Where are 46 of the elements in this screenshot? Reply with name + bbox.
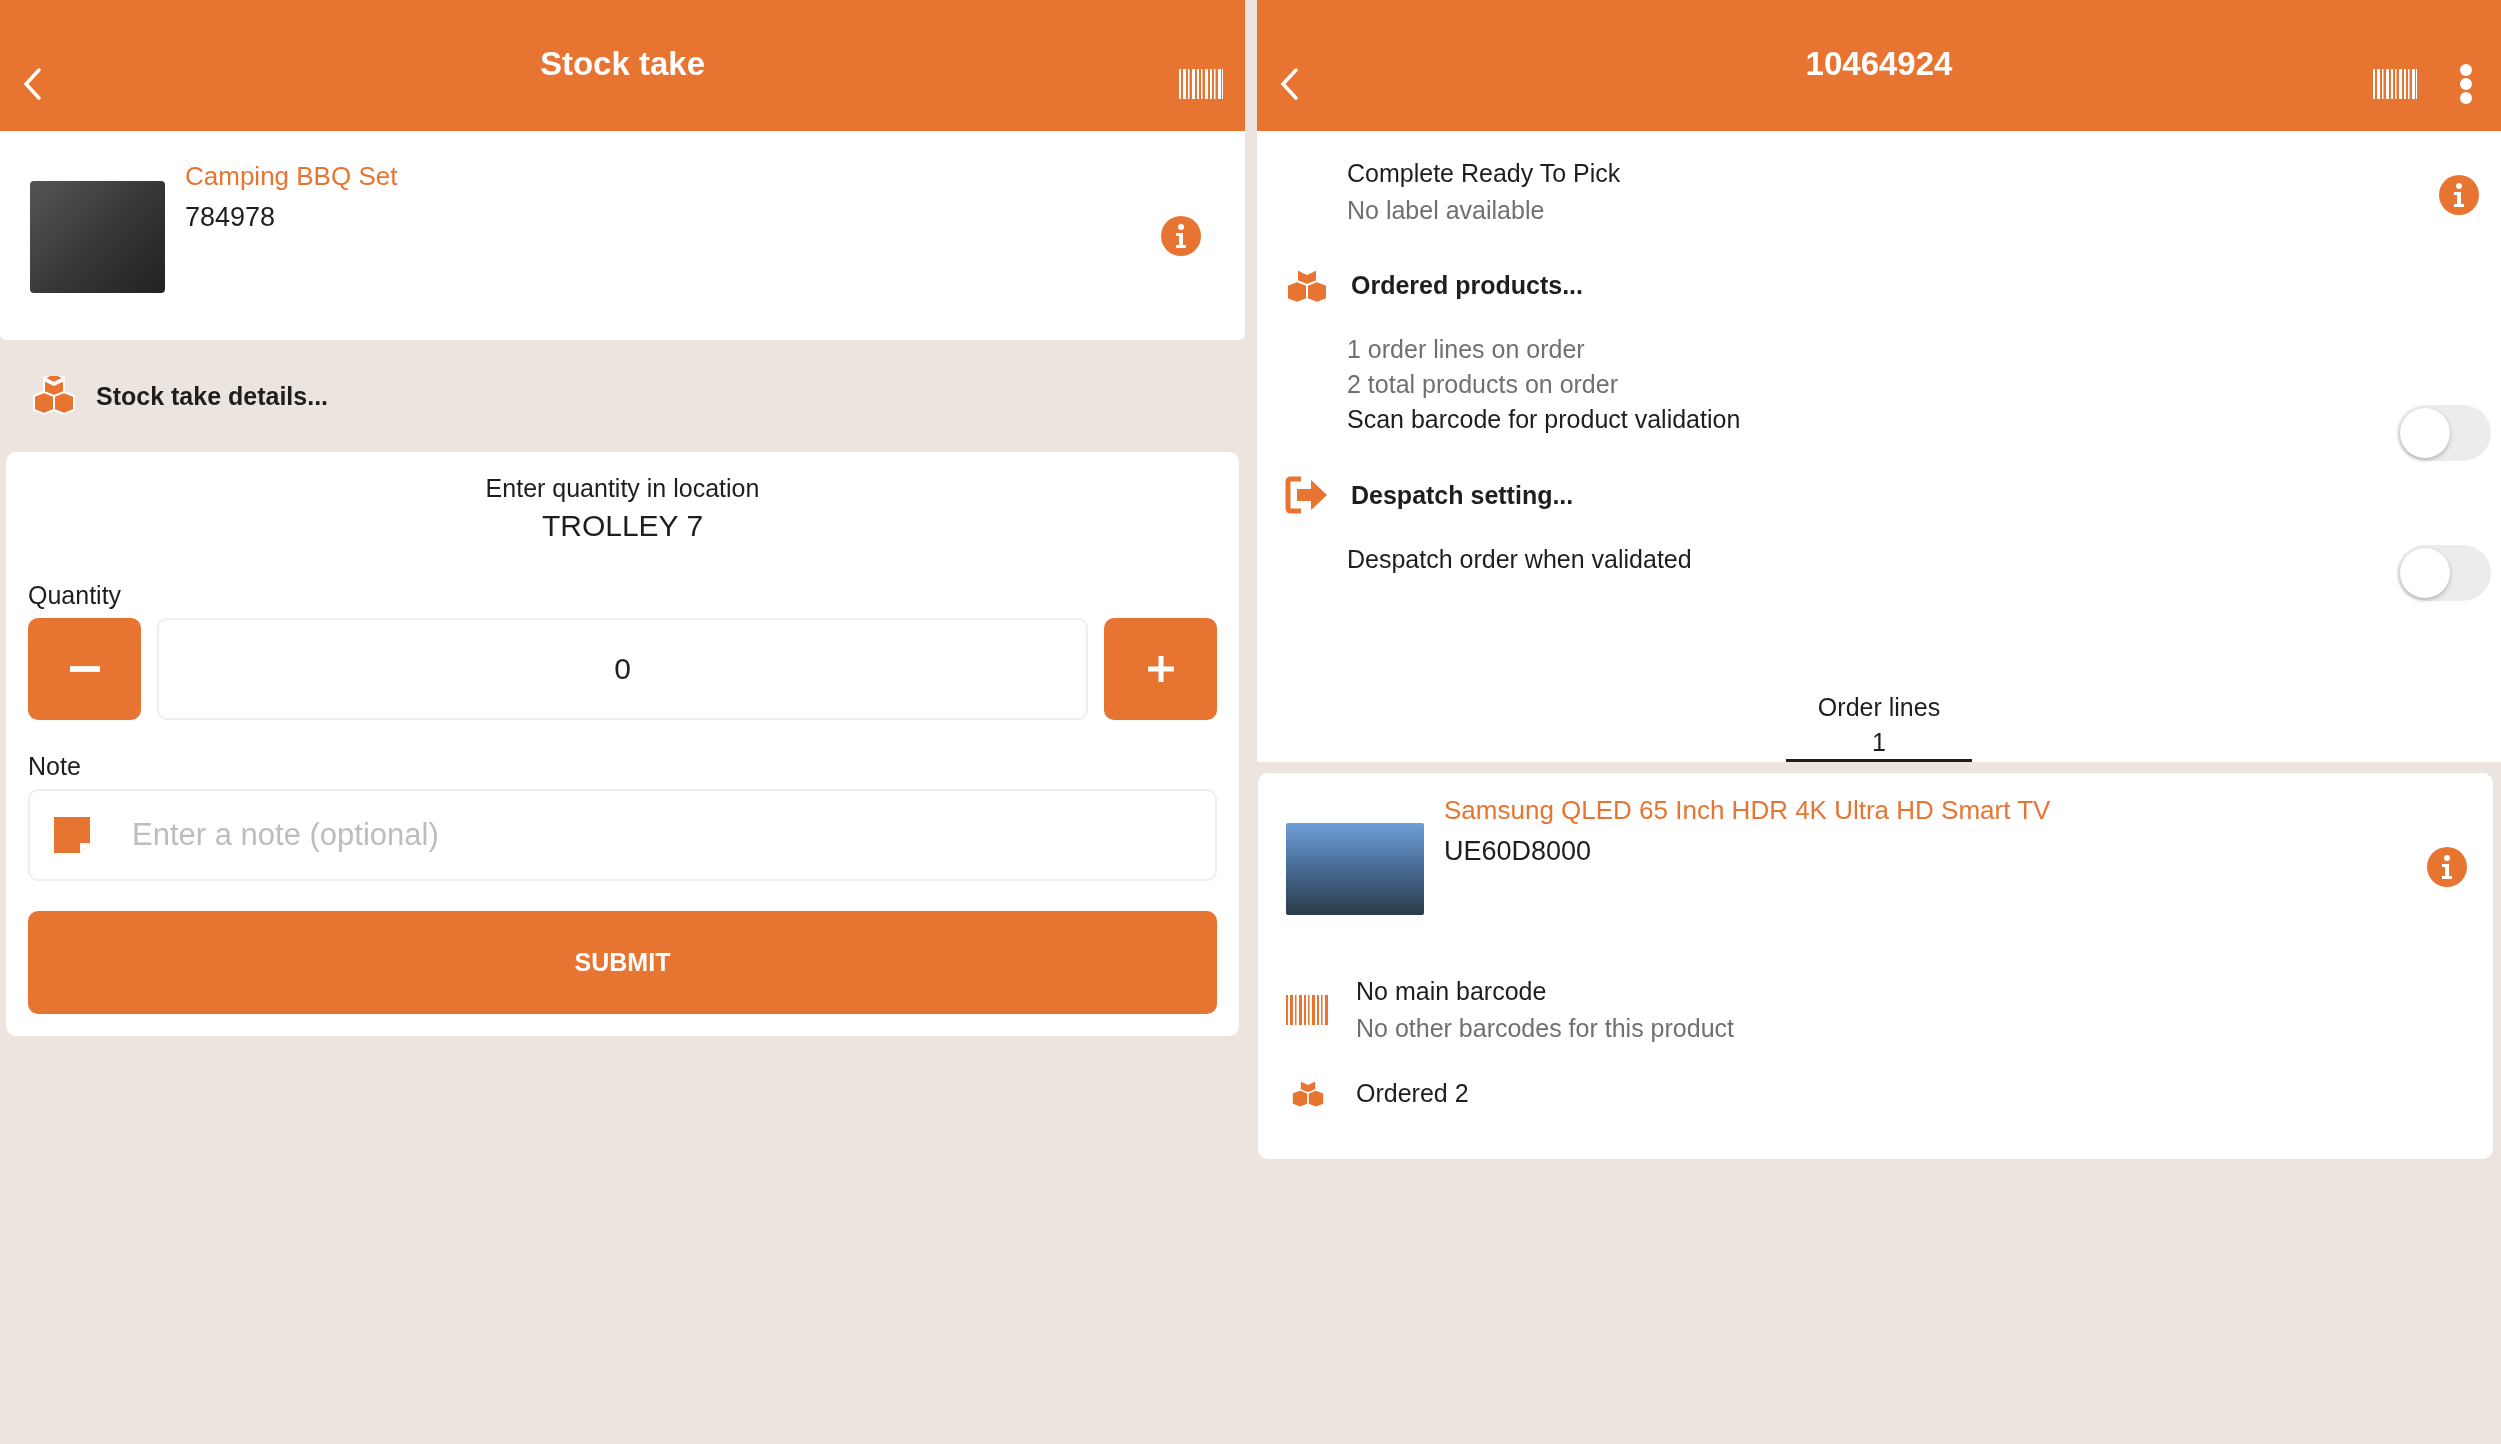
header-title: 10464924 — [1805, 45, 1953, 83]
barcode-icon[interactable] — [2373, 68, 2417, 99]
decrement-button[interactable] — [28, 618, 141, 720]
detail-subtitle: No other barcodes for this product — [1356, 1014, 1734, 1043]
section-title: Ordered products... — [1351, 270, 1583, 300]
product-name[interactable]: Camping BBQ Set — [185, 161, 1161, 192]
summary-text: 2 total products on order — [1347, 370, 1619, 399]
product-code: UE60D8000 — [1444, 836, 1593, 867]
info-icon[interactable] — [2439, 175, 2479, 215]
back-icon[interactable] — [1279, 66, 1299, 101]
increment-button[interactable] — [1104, 618, 1217, 720]
section-title: Stock take details... — [96, 381, 329, 411]
back-icon[interactable] — [22, 66, 42, 101]
tab-count: 1 — [1872, 728, 1886, 757]
toggle-switch[interactable] — [2397, 545, 2491, 601]
minus-icon — [69, 666, 100, 672]
prompt-text: Enter quantity in location — [485, 474, 760, 503]
location-text: TROLLEY 7 — [541, 509, 704, 543]
quantity-field[interactable]: 0 — [157, 618, 1088, 720]
toggle-label: Scan barcode for product validation — [1347, 405, 1741, 434]
info-icon[interactable] — [1161, 216, 1201, 256]
status-title: Complete Ready To Pick — [1347, 159, 1622, 188]
product-name[interactable]: Samsung QLED 65 Inch HDR 4K Ultra HD Smart TV — [1444, 795, 2427, 826]
product-code: 784978 — [185, 202, 277, 233]
boxes-icon — [32, 376, 76, 416]
quantity-label: Quantity — [28, 581, 123, 610]
barcode-icon[interactable] — [1179, 68, 1223, 99]
section-title: Despatch setting... — [1351, 480, 1574, 510]
detail-title: Ordered 2 — [1356, 1078, 1469, 1108]
menu-icon[interactable] — [2459, 63, 2473, 104]
info-icon[interactable] — [2427, 847, 2467, 887]
tab-label: Order lines — [1817, 693, 1941, 722]
note-field[interactable]: Enter a note (optional) — [28, 789, 1217, 881]
submit-button[interactable]: SUBMIT — [28, 911, 1217, 1014]
sticky-note-icon — [54, 817, 90, 853]
toggle-switch[interactable] — [2397, 405, 2491, 461]
detail-title: No main barcode — [1356, 977, 1548, 1006]
barcode-icon — [1286, 994, 1330, 1026]
exit-arrow-icon — [1285, 475, 1329, 515]
summary-text: 1 order lines on order — [1347, 335, 1586, 364]
plus-icon — [1145, 654, 1176, 684]
status-subtitle: No label available — [1347, 196, 1546, 225]
order-lines-tab[interactable]: Order lines 1 — [1786, 693, 1972, 762]
header-title: Stock take — [539, 45, 706, 83]
note-label: Note — [28, 752, 82, 781]
toggle-label: Despatch order when validated — [1347, 545, 1692, 574]
